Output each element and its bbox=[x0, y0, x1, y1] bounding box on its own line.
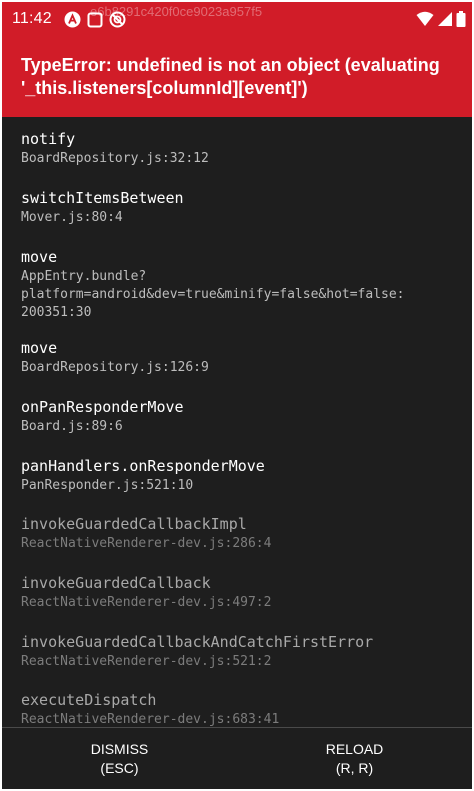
redbox-footer: DISMISS (ESC) RELOAD (R, R) bbox=[2, 727, 472, 789]
signal-icon bbox=[437, 11, 453, 27]
stack-frame-method: move bbox=[21, 339, 58, 357]
stack-frame-method: notify bbox=[21, 130, 76, 148]
no-disturb-icon bbox=[109, 11, 126, 28]
dismiss-button[interactable]: DISMISS (ESC) bbox=[2, 728, 237, 789]
stack-frame[interactable]: panHandlers.onResponderMove PanResponder… bbox=[21, 456, 461, 495]
stack-frame-location: ReactNativeRenderer-dev.js:521:2 bbox=[21, 654, 272, 669]
stack-frame[interactable]: switchItemsBetween Mover.js:80:4 bbox=[21, 188, 461, 227]
stack-frame-collapsed[interactable]: invokeGuardedCallbackAndCatchFirstError … bbox=[21, 632, 461, 671]
stack-frame[interactable]: move BoardRepository.js:126:9 bbox=[21, 338, 461, 377]
dismiss-shortcut: (ESC) bbox=[100, 760, 139, 776]
dismiss-label: DISMISS bbox=[90, 741, 149, 757]
stack-frame-location: Mover.js:80:4 bbox=[21, 210, 123, 225]
stack-frame[interactable]: notify BoardRepository.js:32:12 bbox=[21, 129, 461, 168]
stack-frame-method: onPanResponderMove bbox=[21, 398, 184, 416]
stack-frame-location: ReactNativeRenderer-dev.js:683:41 bbox=[21, 712, 280, 727]
stack-frame-location: BoardRepository.js:32:12 bbox=[21, 151, 209, 166]
reload-shortcut: (R, R) bbox=[335, 760, 374, 776]
stack-frame-location: AppEntry.bundle? platform=android&dev=tr… bbox=[21, 269, 405, 320]
stack-frame-method: move bbox=[21, 248, 58, 266]
stack-frame-method: invokeGuardedCallbackAndCatchFirstError bbox=[21, 633, 374, 651]
stack-frame-location: Board.js:89:6 bbox=[21, 419, 123, 434]
stack-frame-method: switchItemsBetween bbox=[21, 189, 184, 207]
stack-frame-method: invokeGuardedCallbackImpl bbox=[21, 515, 247, 533]
stack-frame[interactable]: onPanResponderMove Board.js:89:6 bbox=[21, 397, 461, 436]
stack-frame-collapsed[interactable]: invokeGuardedCallbackImpl ReactNativeRen… bbox=[21, 514, 461, 553]
stack-frame-collapsed[interactable]: executeDispatch ReactNativeRenderer-dev.… bbox=[21, 690, 461, 727]
error-message: TypeError: undefined is not an object (e… bbox=[21, 55, 440, 98]
status-notification-icons bbox=[64, 11, 126, 28]
status-system-icons bbox=[416, 11, 466, 27]
wifi-icon bbox=[416, 11, 434, 27]
stack-frame-location: ReactNativeRenderer-dev.js:286:4 bbox=[21, 536, 272, 551]
battery-icon bbox=[456, 11, 466, 27]
error-screen: e6b8291c420f0ce9023a957f5 11:42 TypeErro… bbox=[2, 2, 472, 789]
stack-frame-method: invokeGuardedCallback bbox=[21, 574, 211, 592]
stack-frame-collapsed[interactable]: invokeGuardedCallback ReactNativeRendere… bbox=[21, 573, 461, 612]
stack-frame-method: panHandlers.onResponderMove bbox=[21, 457, 265, 475]
app-a-icon bbox=[64, 11, 81, 28]
stack-frame[interactable]: move AppEntry.bundle? platform=android&d… bbox=[21, 247, 461, 322]
status-time: 11:42 bbox=[12, 10, 52, 27]
stack-frame-location: ReactNativeRenderer-dev.js:497:2 bbox=[21, 595, 272, 610]
status-bar: e6b8291c420f0ce9023a957f5 11:42 bbox=[2, 2, 472, 36]
stack-frame-method: executeDispatch bbox=[21, 691, 157, 709]
stack-frame-location: BoardRepository.js:126:9 bbox=[21, 360, 209, 375]
stack-frame-location: PanResponder.js:521:10 bbox=[21, 478, 194, 493]
notification-box-icon bbox=[87, 12, 103, 28]
reload-button[interactable]: RELOAD (R, R) bbox=[237, 728, 472, 789]
reload-label: RELOAD bbox=[325, 741, 384, 757]
error-header: TypeError: undefined is not an object (e… bbox=[2, 36, 472, 117]
stack-trace-list[interactable]: notify BoardRepository.js:32:12 switchIt… bbox=[2, 117, 472, 727]
